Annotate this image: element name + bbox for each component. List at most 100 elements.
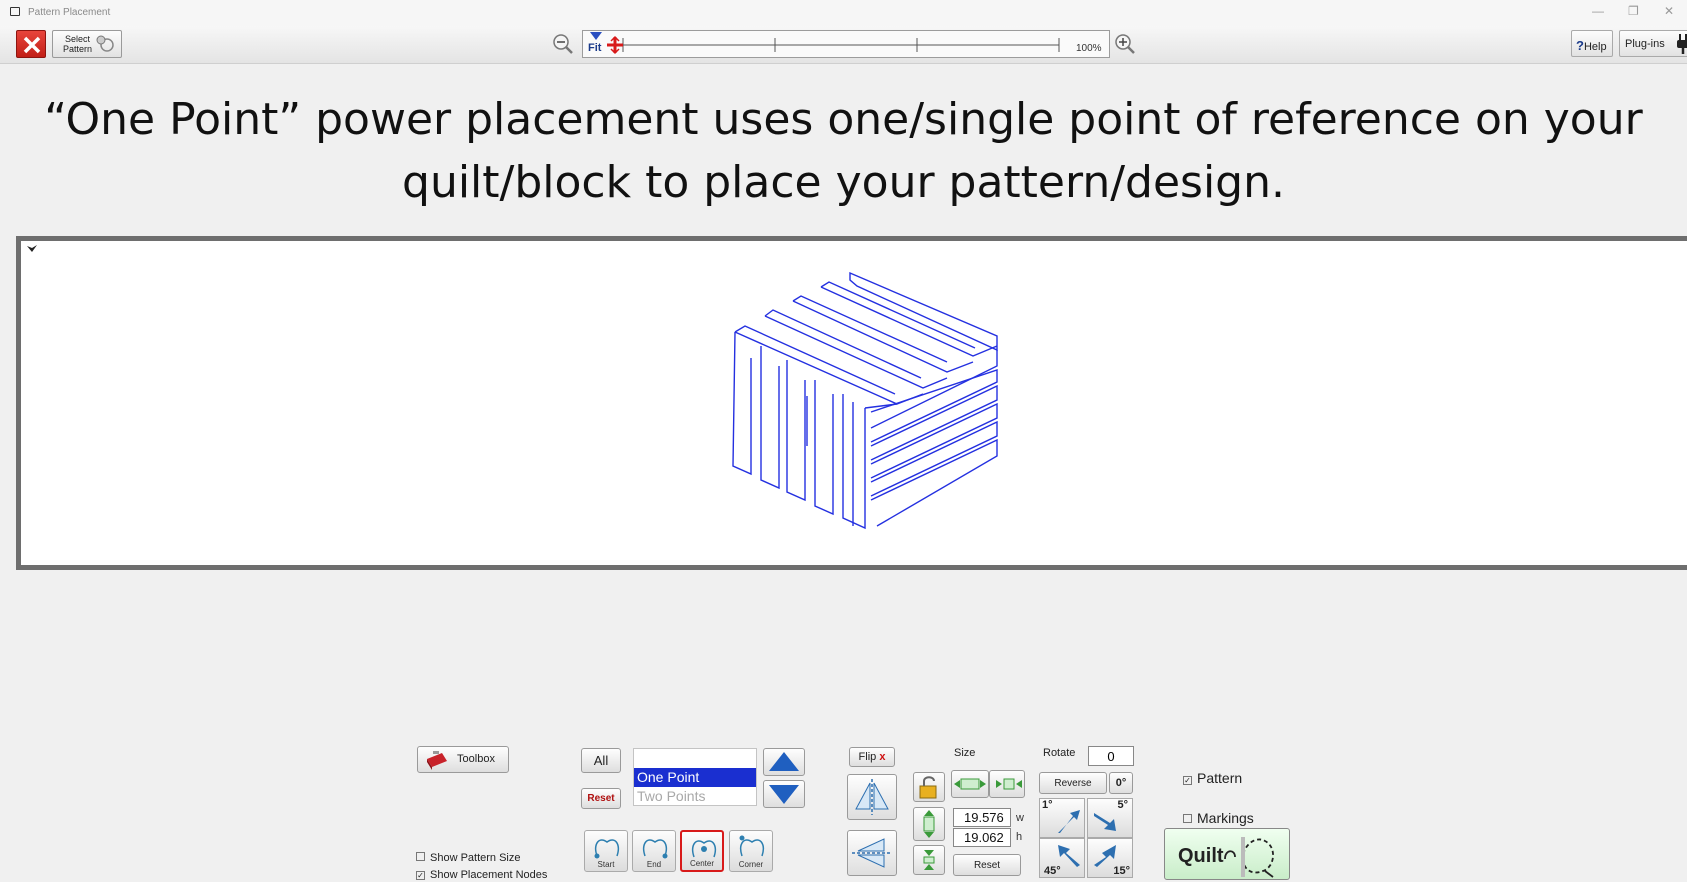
rotate-15-button[interactable]: 15° xyxy=(1087,838,1133,878)
plugins-button[interactable]: Plug-ins xyxy=(1619,30,1687,57)
help-button[interactable]: ?Help xyxy=(1571,30,1613,57)
node-corner-label: Corner xyxy=(738,860,764,869)
toolbox-label: Toolbox xyxy=(457,753,495,765)
rotate-arrow-icon xyxy=(1094,813,1116,831)
node-center-icon xyxy=(692,840,716,858)
rotate-zero-button[interactable]: 0° xyxy=(1109,772,1133,794)
stretch-vertical-button[interactable] xyxy=(913,807,945,841)
rotate-arrow-icon xyxy=(1094,845,1116,867)
slide-caption: “One Point” power placement uses one/sin… xyxy=(0,88,1687,214)
node-end-label: End xyxy=(646,860,662,869)
node-end-icon xyxy=(643,839,668,859)
width-field[interactable]: 19.576 xyxy=(953,808,1011,827)
app-icon xyxy=(10,7,20,16)
rotate-5-cw-button[interactable]: 5° xyxy=(1087,798,1133,838)
reverse-button[interactable]: Reverse xyxy=(1039,772,1107,794)
zoom-slider[interactable] xyxy=(582,30,1110,58)
select-pattern-label: Select Pattern xyxy=(63,34,92,54)
select-pattern-button[interactable]: Select Pattern xyxy=(52,30,122,58)
flip-button[interactable]: Flip x xyxy=(849,747,895,767)
size-reset-button[interactable]: Reset xyxy=(953,854,1021,876)
lock-icon xyxy=(919,776,937,799)
pattern-checkbox[interactable]: ✓ Pattern xyxy=(1183,770,1242,786)
checkbox-box xyxy=(416,852,425,861)
shrink-vertical-button[interactable] xyxy=(913,845,945,875)
shrink-horizontal-button[interactable] xyxy=(989,770,1025,798)
help-label: Help xyxy=(1583,41,1607,53)
flip-horizontal-button[interactable] xyxy=(847,830,897,876)
zoom-out-icon[interactable] xyxy=(551,32,575,56)
toolbox-icon xyxy=(427,751,447,770)
node-corner-icon xyxy=(739,835,764,857)
markings-check-label: Markings xyxy=(1197,810,1254,826)
origin-marker-icon xyxy=(27,245,37,252)
node-start-icon xyxy=(594,839,619,859)
select-pattern-line1: Select xyxy=(65,34,91,44)
quilt-label: Quilt xyxy=(1178,845,1224,867)
zoom-percent-label: 100% xyxy=(1076,43,1102,54)
rotate-45-button[interactable]: 45° xyxy=(1039,838,1085,878)
node-start-label: Start xyxy=(597,860,615,869)
show-pattern-size-checkbox[interactable]: Show Pattern Size xyxy=(416,852,521,864)
flip-vertical-button[interactable] xyxy=(847,774,897,820)
rotate-label: Rotate xyxy=(1043,747,1076,759)
zoom-slider-track xyxy=(590,32,1060,55)
width-unit-label: w xyxy=(1016,812,1024,824)
node-center-button[interactable]: Center xyxy=(680,830,724,872)
caption-line-2: quilt/block to place your pattern/design… xyxy=(402,157,1285,208)
node-center-label: Center xyxy=(689,859,714,868)
aspect-lock-button[interactable] xyxy=(913,772,945,802)
select-pattern-line2: Pattern xyxy=(63,44,93,54)
show-placement-nodes-checkbox[interactable]: ✓ Show Placement Nodes xyxy=(416,869,547,881)
close-window-icon[interactable]: ✕ xyxy=(1664,4,1674,18)
shrink-horizontal-icon xyxy=(996,778,1022,790)
help-question-icon: ? xyxy=(1576,38,1584,53)
height-unit-label: h xyxy=(1016,831,1023,843)
title-bar xyxy=(0,0,1687,26)
rotate-arrow-icon xyxy=(1058,845,1080,867)
node-corner-button[interactable]: Corner xyxy=(729,830,773,872)
all-button[interactable]: All xyxy=(581,748,621,773)
pattern-check-label: Pattern xyxy=(1197,770,1243,786)
caption-line-1: “One Point” power placement uses one/sin… xyxy=(44,94,1643,145)
reset-button[interactable]: Reset xyxy=(581,788,621,809)
cube-pattern[interactable] xyxy=(725,270,1005,540)
stretch-vertical-icon xyxy=(923,810,935,838)
show-placement-nodes-label: Show Placement Nodes xyxy=(430,869,548,881)
list-item-one-point[interactable]: One Point xyxy=(634,768,756,787)
height-field[interactable]: 19.062 xyxy=(953,828,1011,847)
fit-label[interactable]: Fit xyxy=(588,42,601,54)
show-pattern-size-label: Show Pattern Size xyxy=(430,852,521,864)
list-item-two-points[interactable]: Two Points xyxy=(634,788,705,804)
zoom-in-icon[interactable] xyxy=(1113,32,1137,56)
close-button[interactable] xyxy=(16,30,46,58)
plug-icon xyxy=(1677,34,1687,54)
mirror-vertical-icon xyxy=(855,779,889,815)
checkbox-box xyxy=(1183,814,1192,823)
markings-checkbox[interactable]: Markings xyxy=(1183,810,1254,826)
list-down-button[interactable] xyxy=(763,780,805,808)
triangle-down-icon xyxy=(769,785,799,804)
pattern-hand-icon xyxy=(96,35,114,52)
minimize-icon[interactable]: — xyxy=(1592,4,1604,18)
plugins-label: Plug-ins xyxy=(1625,38,1665,50)
rotate-1-label: 1° xyxy=(1042,799,1053,811)
flip-x-icon: x xyxy=(879,751,886,763)
window-title: Pattern Placement xyxy=(28,7,111,18)
rotate-field[interactable]: 0 xyxy=(1088,746,1134,766)
mirror-horizontal-icon xyxy=(852,838,892,868)
close-x-icon xyxy=(23,36,41,54)
restore-icon[interactable]: ❐ xyxy=(1628,4,1639,18)
node-start-button[interactable]: Start xyxy=(584,830,628,872)
quilt-thread-icon xyxy=(1224,837,1274,878)
triangle-up-icon xyxy=(769,752,799,771)
checkbox-checked-icon: ✓ xyxy=(416,871,425,880)
node-end-button[interactable]: End xyxy=(632,830,676,872)
stretch-horizontal-button[interactable] xyxy=(951,770,989,798)
rotate-1-ccw-button[interactable]: 1° xyxy=(1039,798,1085,838)
list-up-button[interactable] xyxy=(763,748,805,776)
size-label: Size xyxy=(954,747,976,759)
checkbox-checked-icon: ✓ xyxy=(1183,776,1192,785)
stretch-horizontal-icon xyxy=(954,778,986,790)
rotate-arrow-icon xyxy=(1058,810,1080,833)
